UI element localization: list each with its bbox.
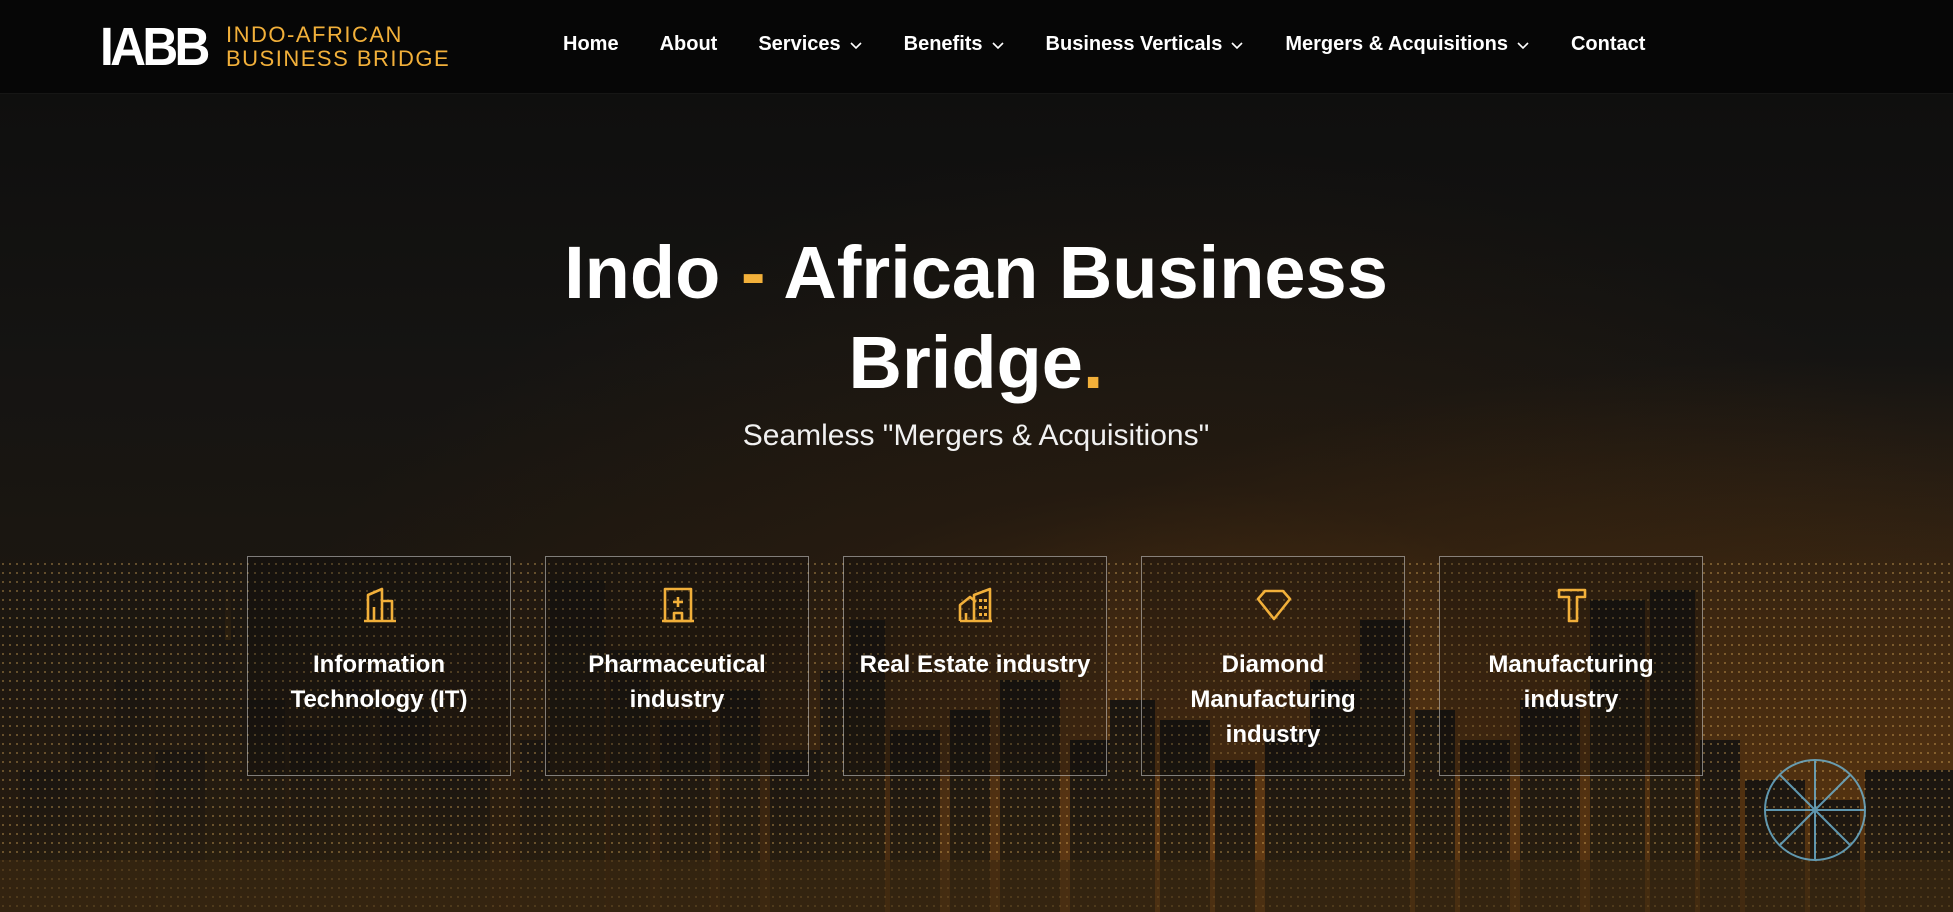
card-label-line-2: Manufacturing [1190, 686, 1356, 713]
card-label-line-1: Real Estate industry [859, 651, 1091, 678]
hero-title-dash: - [740, 231, 766, 314]
diamond-icon [1256, 589, 1292, 621]
nav-benefits[interactable]: Benefits [904, 33, 1005, 56]
vertical-card-it[interactable]: Information Technology (IT) [247, 556, 511, 776]
nav-business-verticals[interactable]: Business Verticals [1046, 33, 1245, 56]
hero-title: Indo - African Business Bridge. [476, 228, 1476, 408]
card-label: Information Technology (IT) [258, 647, 500, 717]
card-label-line-2: Technology (IT) [290, 686, 468, 713]
vertical-card-manufacturing[interactable]: Manufacturing industry [1439, 556, 1703, 776]
building-icon [364, 587, 396, 623]
hero-title-part-3: Bridge [848, 321, 1083, 404]
chevron-down-icon [850, 41, 862, 49]
nav-services[interactable]: Services [758, 33, 862, 56]
nav-mergers-acquisitions-label: Mergers & Acquisitions [1285, 33, 1508, 55]
logo-line-2: BUSINESS BRIDGE [226, 46, 451, 71]
card-label-line-2: industry [629, 686, 725, 713]
card-label: Diamond Manufacturing industry [1152, 647, 1394, 752]
card-label: Pharmaceutical industry [556, 647, 798, 717]
card-label-line-1: Manufacturing [1488, 651, 1654, 678]
chevron-down-icon [1231, 41, 1243, 49]
nav-home[interactable]: Home [563, 33, 619, 56]
hero-title-part-2: African Business [783, 231, 1388, 314]
nav-business-verticals-label: Business Verticals [1045, 33, 1223, 55]
card-label-line-3: industry [1225, 721, 1321, 748]
chevron-down-icon [1517, 41, 1529, 49]
card-label-line-1: Information [313, 651, 445, 678]
vertical-card-pharmaceutical[interactable]: Pharmaceutical industry [545, 556, 809, 776]
hospital-icon [662, 587, 694, 623]
nav-benefits-label: Benefits [903, 33, 983, 55]
main-nav: Home About Services Benefits Business Ve… [563, 33, 1686, 56]
vertical-card-real-estate[interactable]: Real Estate industry [843, 556, 1107, 776]
card-label: Real Estate industry [854, 647, 1096, 682]
card-label: Manufacturing industry [1450, 647, 1692, 717]
site-logo[interactable]: IABB INDO-AFRICAN BUSINESS BRIDGE [100, 17, 450, 77]
nav-contact[interactable]: Contact [1571, 33, 1645, 56]
logo-line-1: INDO-AFRICAN [226, 22, 403, 47]
buildings-icon [958, 587, 992, 623]
nav-home-label: Home [563, 33, 619, 55]
site-header: IABB INDO-AFRICAN BUSINESS BRIDGE Home A… [0, 0, 1953, 93]
card-label-line-1: Pharmaceutical [588, 651, 766, 678]
logo-text: INDO-AFRICAN BUSINESS BRIDGE [226, 23, 450, 71]
logo-mark: IABB [100, 17, 210, 77]
hammer-icon [1557, 588, 1587, 623]
nav-contact-label: Contact [1570, 33, 1646, 55]
hero-title-part-1: Indo [564, 231, 721, 314]
vertical-card-diamond[interactable]: Diamond Manufacturing industry [1141, 556, 1405, 776]
hero-title-dot: . [1082, 321, 1104, 404]
hero-subtitle: Seamless "Mergers & Acquisitions" [742, 419, 1210, 452]
nav-about[interactable]: About [660, 33, 718, 56]
chevron-down-icon [991, 41, 1004, 49]
nav-services-label: Services [758, 33, 841, 55]
nav-about-label: About [659, 33, 718, 55]
nav-mergers-acquisitions[interactable]: Mergers & Acquisitions [1285, 33, 1530, 56]
card-label-line-1: Diamond [1221, 651, 1325, 678]
card-label-line-2: industry [1523, 686, 1619, 713]
